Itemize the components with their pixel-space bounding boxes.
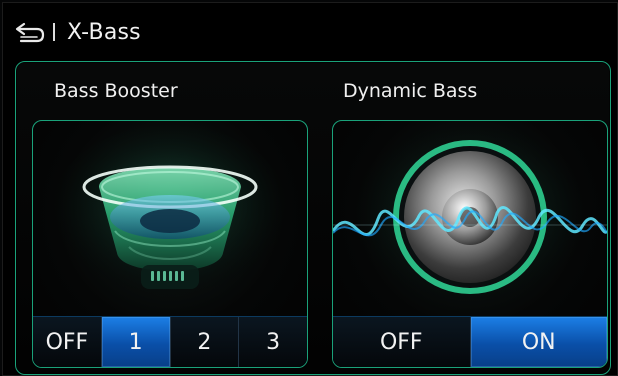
dynamic-bass-panel: OFF ON — [332, 120, 608, 368]
bass-booster-level-2-button[interactable]: 2 — [170, 317, 240, 367]
dynamic-bass-off-button[interactable]: OFF — [333, 317, 471, 367]
top-bar: X-Bass — [15, 15, 605, 49]
bass-booster-level-1-button[interactable]: 1 — [101, 317, 171, 367]
subwoofer-green-glow-icon — [50, 125, 290, 301]
bass-booster-panel: OFF 1 2 3 — [32, 120, 308, 368]
xbass-container: Bass Booster Dynamic Bass OFF 1 2 3 OFF … — [15, 61, 611, 375]
app-frame: X-Bass Bass Booster Dynamic Bass OFF 1 2… — [2, 2, 618, 376]
dynamic-bass-on-button[interactable]: ON — [470, 317, 607, 367]
bass-booster-off-button[interactable]: OFF — [33, 317, 102, 367]
speaker-waveform-icon — [333, 125, 607, 305]
bass-booster-level-3-button[interactable]: 3 — [239, 317, 307, 367]
dynamic-bass-label: Dynamic Bass — [343, 80, 478, 102]
bass-booster-label: Bass Booster — [54, 80, 178, 102]
bass-booster-level-selector: OFF 1 2 3 — [33, 316, 307, 367]
back-arrow-icon[interactable] — [15, 21, 45, 43]
page-title: X-Bass — [67, 19, 141, 45]
dynamic-bass-toggle: OFF ON — [333, 316, 607, 367]
separator-bar-icon — [53, 23, 55, 41]
